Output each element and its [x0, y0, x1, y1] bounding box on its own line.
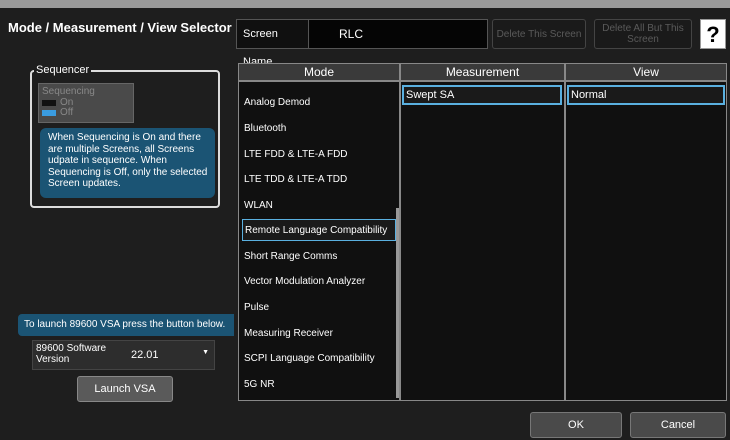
mode-list[interactable]: Analog Demod Bluetooth LTE FDD & LTE-A F…	[238, 81, 400, 401]
help-button[interactable]: ?	[700, 19, 726, 49]
sequencing-label: Sequencing	[42, 86, 95, 97]
mode-item-scpi-language-compatibility[interactable]: SCPI Language Compatibility	[242, 348, 396, 370]
cancel-button[interactable]: Cancel	[630, 412, 726, 438]
dialog-title: Mode / Measurement / View Selector	[8, 20, 232, 35]
view-item-normal[interactable]: Normal	[567, 85, 725, 105]
mode-item-wlan[interactable]: WLAN	[242, 195, 396, 217]
on-indicator	[42, 100, 56, 106]
off-label: Off	[60, 107, 74, 118]
sequencer-note: When Sequencing is On and there are mult…	[40, 128, 215, 198]
ok-button[interactable]: OK	[530, 412, 622, 438]
launch-vsa-button[interactable]: Launch VSA	[77, 376, 173, 402]
sequencing-toggle[interactable]: Sequencing On Off	[38, 83, 134, 123]
sequencer-legend: Sequencer	[34, 64, 92, 76]
mode-item-remote-language-compatibility[interactable]: Remote Language Compatibility	[242, 219, 396, 241]
mode-item-bluetooth[interactable]: Bluetooth	[242, 118, 396, 140]
software-version-value: 22.01	[131, 349, 159, 361]
view-list[interactable]: Normal	[565, 81, 727, 401]
delete-all-but-this-screen-button[interactable]: Delete All But This Screen	[594, 19, 692, 49]
mode-item-analog-demod[interactable]: Analog Demod	[242, 92, 396, 114]
mode-item-vector-modulation-analyzer[interactable]: Vector Modulation Analyzer	[242, 271, 396, 293]
screen-name-input[interactable]: RLC	[308, 19, 488, 49]
mode-item-lte-fdd[interactable]: LTE FDD & LTE-A FDD	[242, 144, 396, 166]
software-version-label: 89600 Software Version	[36, 343, 107, 365]
software-version-dropdown[interactable]: 89600 Software Version 22.01 ▼	[32, 340, 215, 370]
delete-this-screen-button[interactable]: Delete This Screen	[492, 19, 586, 49]
off-indicator	[42, 110, 56, 116]
measurement-column-header: Measurement	[400, 63, 565, 81]
mode-item-lte-tdd[interactable]: LTE TDD & LTE-A TDD	[242, 169, 396, 191]
measurement-item-swept-sa[interactable]: Swept SA	[402, 85, 562, 105]
mode-selector-dialog: Mode / Measurement / View Selector Scree…	[0, 0, 730, 440]
mode-item-short-range-comms[interactable]: Short Range Comms	[242, 246, 396, 268]
view-column-header: View	[565, 63, 727, 81]
dropdown-arrow-icon: ▼	[202, 349, 209, 356]
screen-name-label: Screen Name	[236, 19, 308, 68]
mode-list-scrollbar[interactable]	[396, 208, 399, 398]
launch-vsa-note: To launch 89600 VSA press the button bel…	[18, 314, 234, 336]
mode-item-measuring-receiver[interactable]: Measuring Receiver	[242, 323, 396, 345]
measurement-list[interactable]: Swept SA	[400, 81, 565, 401]
mode-item-5g-nr[interactable]: 5G NR	[242, 374, 396, 396]
mode-column-header: Mode	[238, 63, 400, 81]
mode-item-pulse[interactable]: Pulse	[242, 297, 396, 319]
